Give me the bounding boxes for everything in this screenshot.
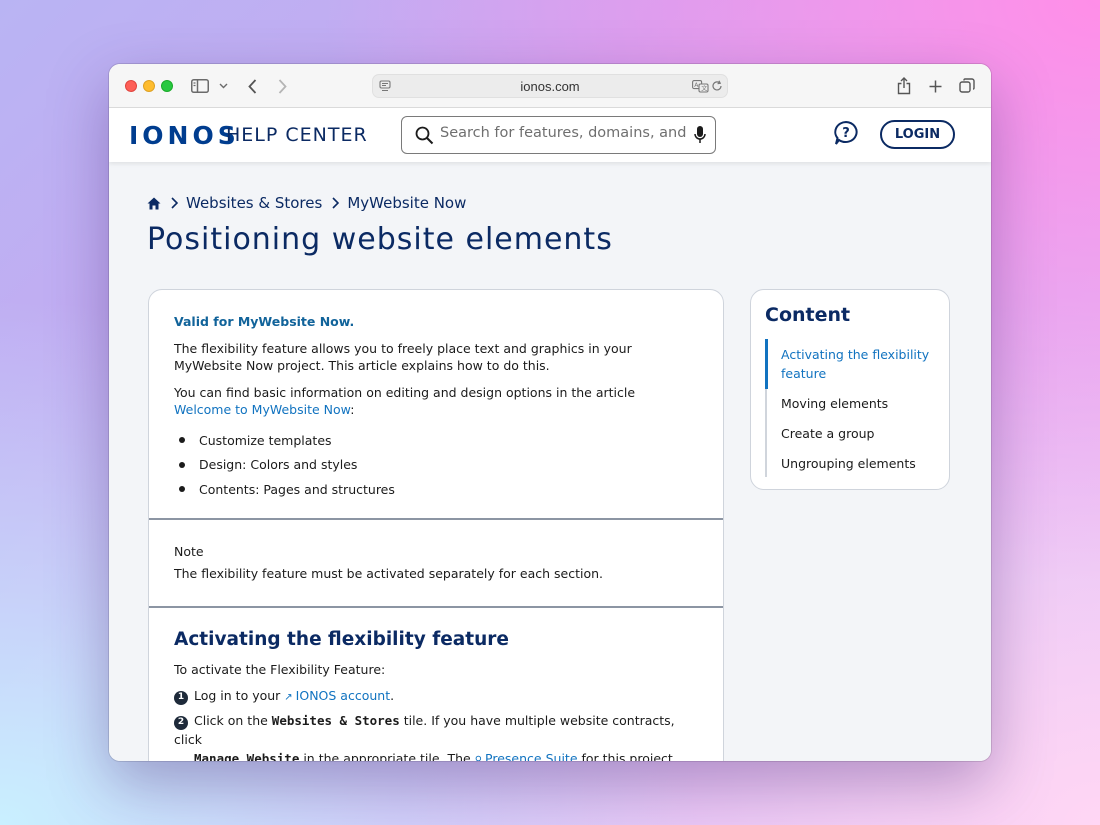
list-item-text: Customize templates xyxy=(199,432,332,448)
ionos-account-link[interactable]: IONOS account xyxy=(296,688,390,703)
minimize-window-button[interactable] xyxy=(143,80,155,92)
divider xyxy=(149,518,723,520)
site-header: IONOS HELP CENTER ? LOGIN xyxy=(109,108,991,162)
toc-item-ungrouping[interactable]: Ungrouping elements xyxy=(765,449,935,477)
zoom-window-button[interactable] xyxy=(161,80,173,92)
step-2: 2 Click on the Websites & Stores tile. If… xyxy=(174,711,694,761)
intro-paragraph-2: You can find basic information on editin… xyxy=(174,384,694,418)
toc-title: Content xyxy=(765,304,851,326)
svg-text:?: ? xyxy=(842,126,850,141)
toc-item-activating[interactable]: Activating the flexibility feature xyxy=(765,339,935,389)
help-chat-icon[interactable]: ? xyxy=(833,120,859,150)
translate-icon[interactable]: A文 xyxy=(691,77,709,95)
list-item-text: Contents: Pages and structures xyxy=(199,481,395,497)
step-number: 2 xyxy=(174,715,188,730)
tab-overview-icon[interactable] xyxy=(958,74,976,98)
intro-text: You can find basic information on editin… xyxy=(174,385,636,400)
microphone-icon[interactable] xyxy=(694,125,706,149)
valid-for-label: Valid for MyWebsite Now. xyxy=(174,314,355,329)
list-item: Contents: Pages and structures xyxy=(174,477,395,502)
list-item: Customize templates xyxy=(174,428,395,453)
page-title: Positioning website elements xyxy=(147,222,613,257)
location-pin-icon: ⚲ xyxy=(474,755,483,761)
browser-window: ionos.com A文 IONOS HELP CENTER Search fo… xyxy=(109,64,991,761)
breadcrumb-websites-stores[interactable]: Websites & Stores xyxy=(186,194,322,212)
step-text: . xyxy=(390,688,395,703)
feature-list: Customize templates Design: Colors and s… xyxy=(174,428,395,502)
intro-colon: : xyxy=(350,402,355,417)
home-icon[interactable] xyxy=(147,197,161,210)
websites-stores-code: Websites & Stores xyxy=(271,713,400,728)
step-1: 1 Log in to your ↗ IONOS account. xyxy=(174,686,394,707)
ionos-logo[interactable]: IONOS xyxy=(129,121,240,150)
chevron-right-icon xyxy=(332,197,340,209)
toc-item-moving[interactable]: Moving elements xyxy=(765,389,935,419)
sidebar-toggle-icon[interactable] xyxy=(189,74,211,98)
reload-icon[interactable] xyxy=(710,77,724,95)
note-text: The flexibility feature must be activate… xyxy=(174,566,604,581)
presence-suite-link[interactable]: Presence Suite xyxy=(485,751,577,761)
chevron-down-icon[interactable] xyxy=(217,74,229,98)
note-label: Note xyxy=(174,544,204,559)
section-intro: To activate the Flexibility Feature: xyxy=(174,662,386,677)
list-item: Design: Colors and styles xyxy=(174,453,395,478)
svg-text:文: 文 xyxy=(701,84,707,92)
article-card: Valid for MyWebsite Now. The flexibility… xyxy=(148,289,724,761)
search-icon xyxy=(415,126,434,149)
search-input[interactable] xyxy=(440,125,690,141)
step-text: Click on the xyxy=(194,713,272,728)
back-icon[interactable] xyxy=(244,74,260,98)
welcome-article-link[interactable]: Welcome to MyWebsite Now xyxy=(174,402,350,417)
browser-toolbar: ionos.com A文 xyxy=(109,64,991,108)
address-bar[interactable]: ionos.com A文 xyxy=(372,74,728,98)
toc-item-create-group[interactable]: Create a group xyxy=(765,419,935,449)
list-item-text: Design: Colors and styles xyxy=(199,457,358,473)
forward-icon[interactable] xyxy=(274,74,290,98)
step-text: Log in to your xyxy=(194,688,285,703)
chevron-right-icon xyxy=(171,197,178,209)
external-link-icon: ↗ xyxy=(284,692,293,703)
breadcrumb: Websites & Stores MyWebsite Now xyxy=(147,194,466,212)
login-button[interactable]: LOGIN xyxy=(880,120,955,149)
breadcrumb-mywebsite-now[interactable]: MyWebsite Now xyxy=(347,194,466,212)
close-window-button[interactable] xyxy=(125,80,137,92)
table-of-contents: Content Activating the flexibility featu… xyxy=(750,289,950,490)
main-content: Websites & Stores MyWebsite Now Position… xyxy=(109,162,991,761)
search-box[interactable] xyxy=(401,116,716,154)
intro-paragraph: The flexibility feature allows you to fr… xyxy=(174,341,632,373)
share-icon[interactable] xyxy=(895,74,913,98)
step-text: in the appropriate tile. The xyxy=(299,751,475,761)
new-tab-icon[interactable] xyxy=(927,74,943,98)
section-heading: Activating the flexibility feature xyxy=(174,629,509,650)
help-center-title[interactable]: HELP CENTER xyxy=(226,124,368,146)
manage-website-code: Manage Website xyxy=(194,751,300,761)
divider xyxy=(149,606,723,608)
url-text: ionos.com xyxy=(520,79,580,94)
step-number: 1 xyxy=(174,690,188,705)
